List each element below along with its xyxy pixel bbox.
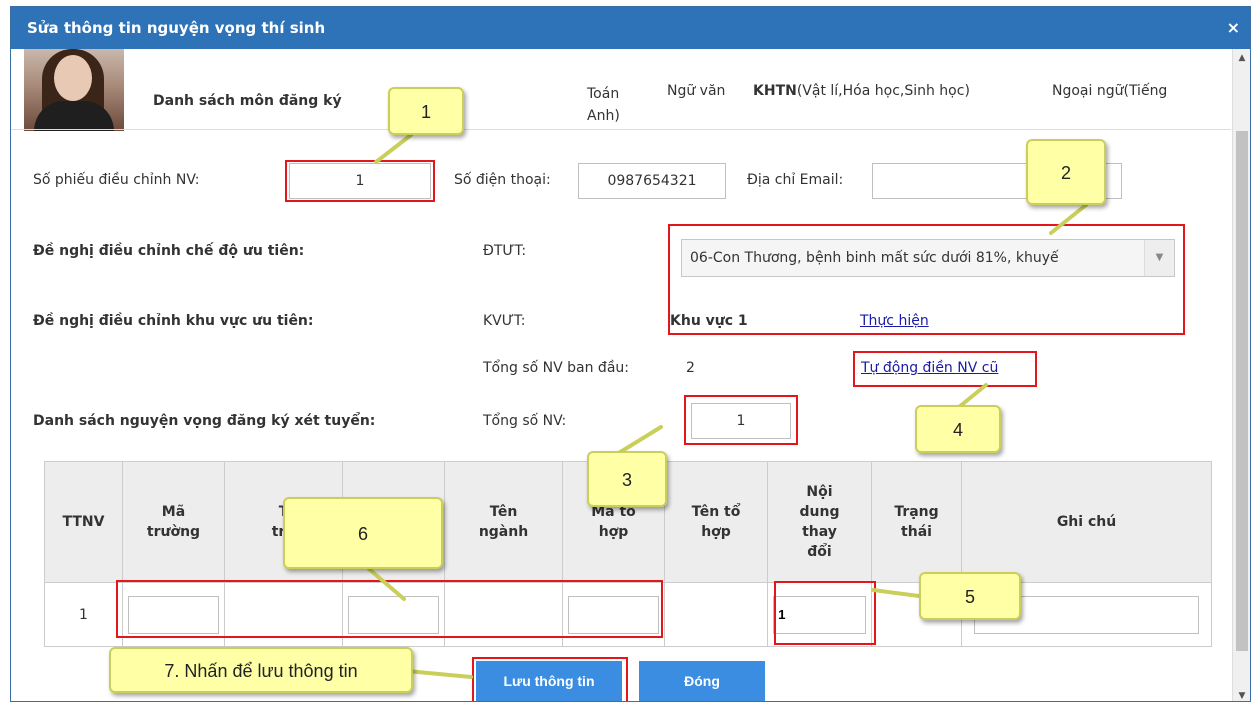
callout-pointers (367, 133, 1088, 679)
callout-7: 7. Nhấn để lưu thông tin (109, 647, 413, 693)
callout-4: 4 (915, 405, 1001, 453)
callout-5: 5 (919, 572, 1021, 620)
callout-1: 1 (388, 87, 464, 135)
callout-2: 2 (1026, 139, 1106, 205)
callout-6: 6 (283, 497, 443, 569)
edit-dialog: Sửa thông tin nguyện vọng thí sinh × Dan… (10, 6, 1251, 702)
callout-3: 3 (587, 451, 667, 507)
